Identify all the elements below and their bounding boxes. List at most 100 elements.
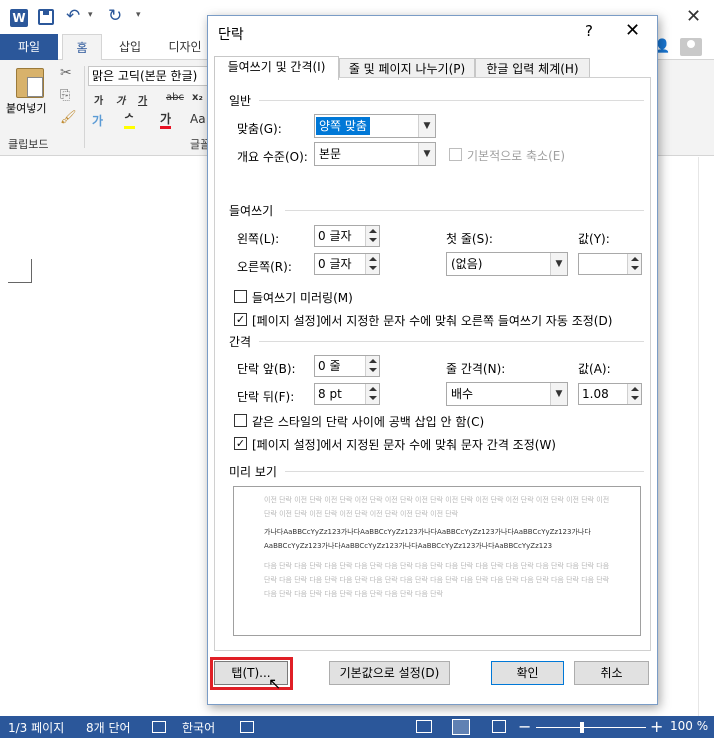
line-spacing-at-label: 값(A): <box>578 362 611 376</box>
clipboard-group-label: 클립보드 <box>8 138 49 151</box>
outline-level-select[interactable]: 본문 ▼ <box>314 142 436 166</box>
proofing-icon[interactable] <box>152 721 166 733</box>
cut-icon[interactable]: ✂ <box>60 65 72 81</box>
change-case-button[interactable]: Aa <box>190 112 206 126</box>
section-divider <box>285 210 644 211</box>
line-spacing-at-value: 1.08 <box>582 387 609 401</box>
alignment-select[interactable]: 양쪽 맞춤 ▼ <box>314 114 436 138</box>
zoom-out-button[interactable]: − <box>518 717 531 736</box>
bold-button[interactable]: 가 <box>94 92 103 107</box>
tab-design[interactable]: 디자인 <box>162 34 208 60</box>
cancel-button[interactable]: 취소 <box>574 661 649 685</box>
zoom-slider-track[interactable] <box>536 727 646 728</box>
paste-icon[interactable] <box>16 68 44 98</box>
mirror-indents-checkbox[interactable] <box>234 290 247 303</box>
ok-button[interactable]: 확인 <box>491 661 564 685</box>
spacing-before-stepper[interactable]: 0 줄 <box>314 355 380 377</box>
section-spacing: 간격 <box>229 335 252 349</box>
language-indicator[interactable]: 한국어 <box>182 719 215 736</box>
tab-indents-and-spacing[interactable]: 들여쓰기 및 간격(I) <box>214 56 339 80</box>
auto-adjust-indent-checkbox[interactable]: ✓ <box>234 313 247 326</box>
indent-right-stepper[interactable]: 0 글자 <box>314 253 380 275</box>
special-indent-select[interactable]: (없음) ▼ <box>446 252 568 276</box>
underline-button[interactable]: 가 <box>138 92 147 107</box>
subscript-button[interactable]: x₂ <box>192 92 203 103</box>
indent-left-value: 0 글자 <box>318 229 352 243</box>
copy-icon[interactable]: ⎘ <box>60 88 70 103</box>
read-mode-icon[interactable] <box>416 720 432 733</box>
highlight-button[interactable]: ᄼ <box>124 112 136 129</box>
section-indentation: 들여쓰기 <box>229 204 274 218</box>
tab-insert[interactable]: 삽입 <box>110 34 150 60</box>
section-preview: 미리 보기 <box>229 465 277 479</box>
alignment-value: 양쪽 맞춤 <box>316 117 370 135</box>
spacing-before-value: 0 줄 <box>318 359 341 373</box>
spin-arrows-icon[interactable] <box>365 226 379 246</box>
spacing-before-label: 단락 앞(B): <box>237 362 296 376</box>
word-count[interactable]: 8개 단어 <box>86 719 131 736</box>
indent-right-label: 오른쪽(R): <box>237 260 292 274</box>
font-color-button[interactable]: 가 <box>160 112 172 129</box>
section-divider <box>259 341 644 342</box>
macro-recording-icon[interactable] <box>240 721 254 733</box>
avatar[interactable] <box>680 38 702 56</box>
zoom-level[interactable]: 100 % <box>670 719 708 733</box>
chevron-down-icon[interactable]: ▼ <box>418 115 435 137</box>
chevron-down-icon[interactable]: ▼ <box>550 383 567 405</box>
indent-by-label: 값(Y): <box>578 232 610 246</box>
indent-by-stepper[interactable] <box>578 253 642 275</box>
spin-arrows-icon[interactable] <box>365 384 379 404</box>
help-icon[interactable]: ? <box>585 22 593 40</box>
line-spacing-label: 줄 간격(N): <box>446 362 506 376</box>
outline-level-label: 개요 수준(O): <box>237 150 308 164</box>
tab-home[interactable]: 홈 <box>62 34 102 60</box>
text-margin-marker <box>8 259 32 283</box>
tab-file[interactable]: 파일 <box>0 34 58 60</box>
paragraph-dialog: 단락 ? ✕ 들여쓰기 및 간격(I) 줄 및 페이지 나누기(P) 한글 입력… <box>207 15 658 705</box>
save-icon[interactable] <box>38 9 54 25</box>
spacing-after-value: 8 pt <box>318 387 342 401</box>
mouse-pointer-icon: ↖ <box>268 674 282 693</box>
redo-icon[interactable]: ↻ <box>108 6 122 26</box>
strikethrough-button[interactable]: abc <box>166 92 184 103</box>
spin-arrows-icon[interactable] <box>627 384 641 404</box>
page-count[interactable]: 1/3 페이지 <box>8 719 64 736</box>
set-as-default-button[interactable]: 기본값으로 설정(D) <box>329 661 450 685</box>
paste-button-label[interactable]: 붙여넣기 <box>6 100 46 116</box>
spacing-after-stepper[interactable]: 8 pt <box>314 383 380 405</box>
customize-quick-access-icon[interactable]: ▾ <box>136 10 141 20</box>
format-painter-icon[interactable]: 🖌 <box>60 110 77 125</box>
italic-button[interactable]: 가 <box>116 92 125 107</box>
preview-previous-paragraph: 이전 단락 이전 단락 이전 단락 이전 단락 이전 단락 이전 단락 이전 단… <box>264 496 610 518</box>
special-indent-value: (없음) <box>451 257 483 271</box>
line-spacing-select[interactable]: 배수 ▼ <box>446 382 568 406</box>
snap-to-grid-checkbox[interactable]: ✓ <box>234 437 247 450</box>
preview-current-paragraph: 가나다AaBBCcYyZz123가나다AaBBCcYyZz123가나다AaBBC… <box>264 528 591 550</box>
indent-left-stepper[interactable]: 0 글자 <box>314 225 380 247</box>
status-bar: 1/3 페이지 8개 단어 한국어 − + 100 % <box>0 716 714 738</box>
web-layout-icon[interactable] <box>492 720 506 733</box>
close-icon[interactable]: ✕ <box>625 20 640 41</box>
undo-dropdown-icon[interactable]: ▾ <box>88 10 93 20</box>
undo-icon[interactable]: ↶ <box>66 6 80 26</box>
line-spacing-value: 배수 <box>451 387 474 401</box>
chevron-down-icon[interactable]: ▼ <box>550 253 567 275</box>
no-space-same-style-checkbox[interactable] <box>234 414 247 427</box>
spin-arrows-icon[interactable] <box>365 254 379 274</box>
spin-arrows-icon[interactable] <box>627 254 641 274</box>
collapsed-checkbox[interactable] <box>449 148 462 161</box>
font-name-box[interactable]: 맑은 고딕(본문 한글) <box>88 66 212 86</box>
vertical-scrollbar[interactable] <box>698 157 714 716</box>
line-spacing-at-stepper[interactable]: 1.08 <box>578 383 642 405</box>
preview-next-paragraph: 다음 단락 다음 단락 다음 단락 다음 단락 다음 단락 다음 단락 다음 단… <box>264 562 610 598</box>
window-close-icon[interactable]: ✕ <box>686 6 701 27</box>
print-layout-icon[interactable] <box>452 719 470 735</box>
zoom-in-button[interactable]: + <box>650 717 663 736</box>
text-effects-button[interactable]: 가 <box>92 112 103 129</box>
chevron-down-icon[interactable]: ▼ <box>418 143 435 165</box>
spin-arrows-icon[interactable] <box>365 356 379 376</box>
special-indent-label: 첫 줄(S): <box>446 232 493 246</box>
indent-left-label: 왼쪽(L): <box>237 232 280 246</box>
section-general: 일반 <box>229 94 252 108</box>
zoom-slider-thumb[interactable] <box>580 722 584 733</box>
